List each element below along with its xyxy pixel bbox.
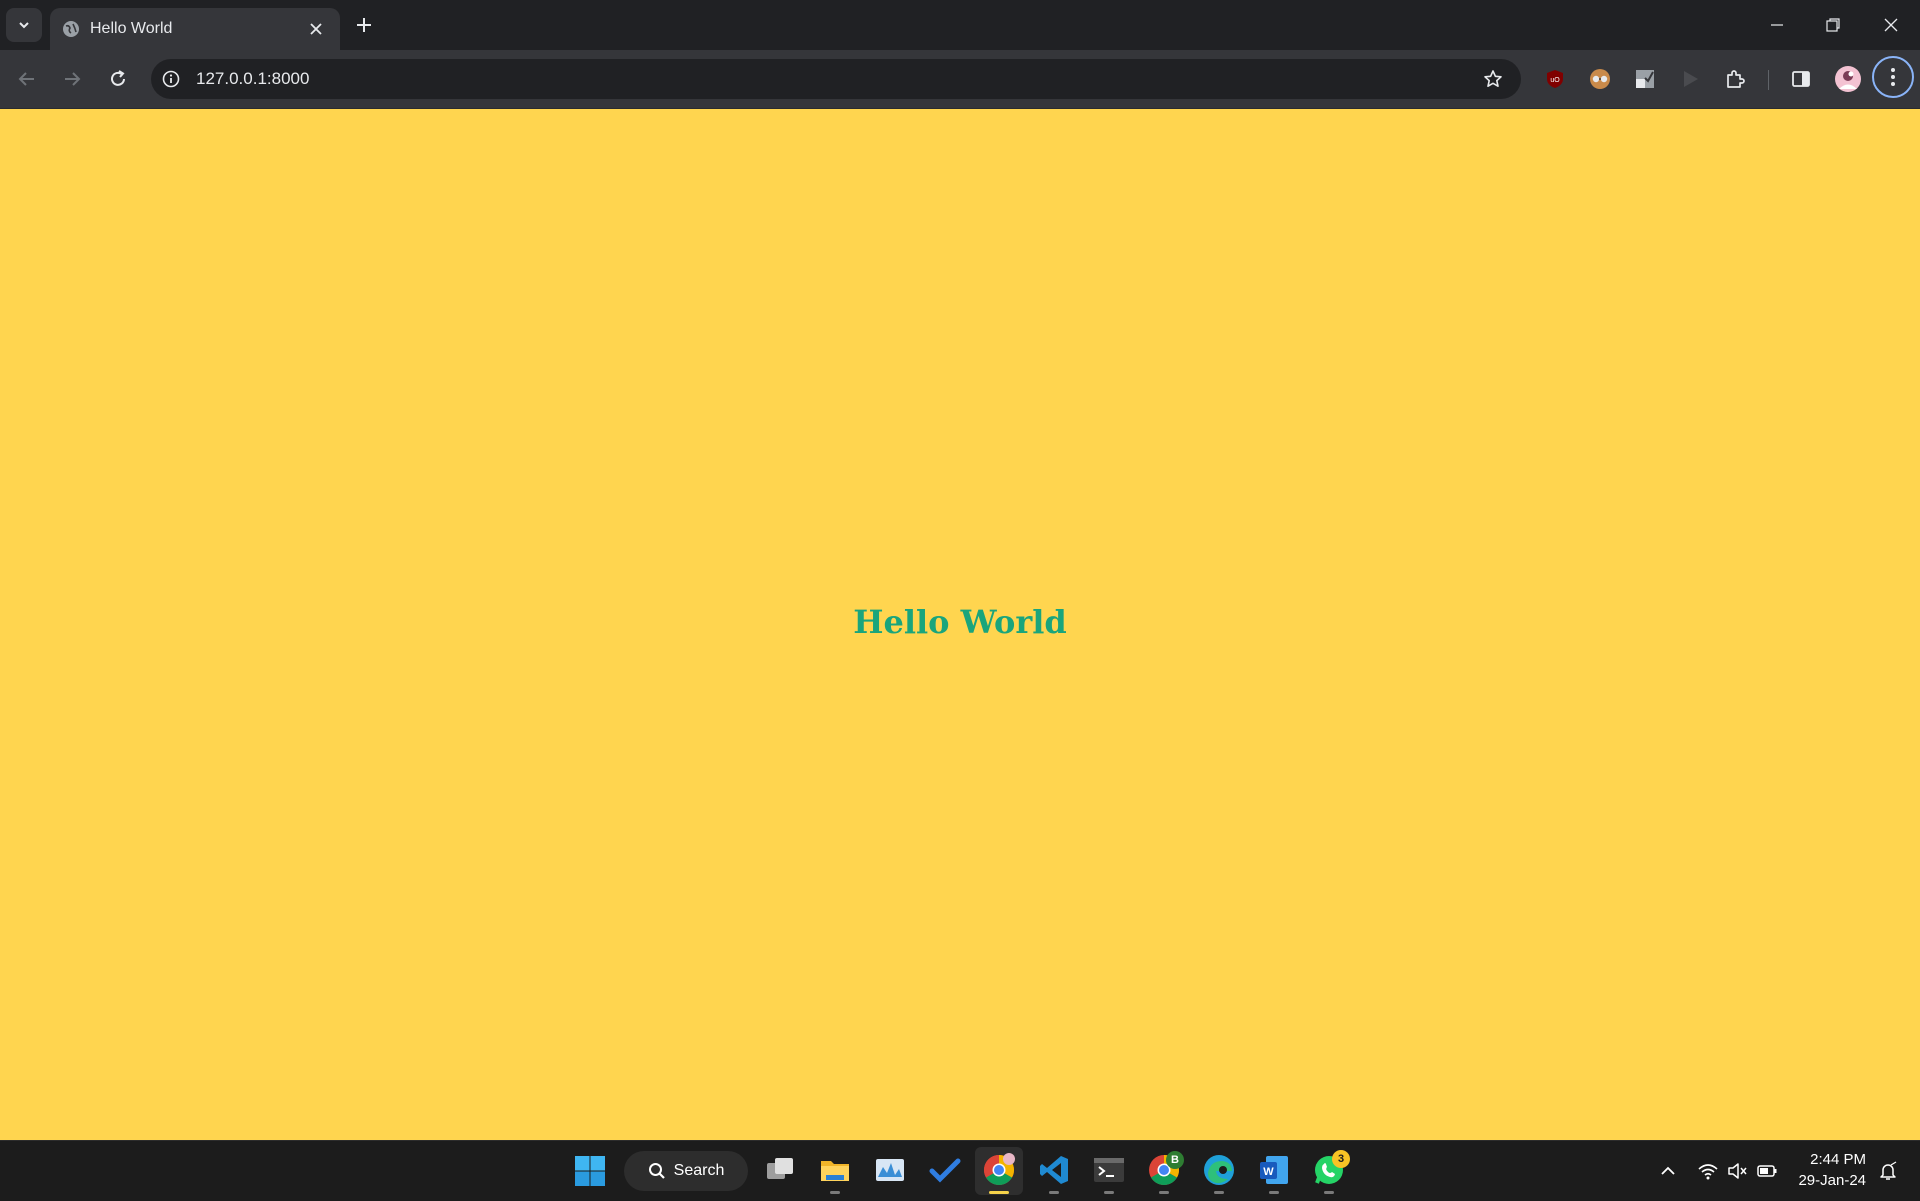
running-indicator — [1159, 1191, 1169, 1194]
svg-text:W: W — [1263, 1166, 1274, 1178]
chrome-profile-badge: B — [1166, 1151, 1184, 1169]
more-menu-button[interactable] — [1872, 56, 1914, 98]
word-icon[interactable]: W — [1257, 1153, 1291, 1187]
chrome-icon[interactable] — [982, 1153, 1016, 1187]
speaker-muted-icon[interactable] — [1726, 1160, 1748, 1182]
clock-time: 2:44 PM — [1810, 1151, 1866, 1168]
tab-search-icon — [19, 22, 29, 29]
toolbar-divider — [1768, 70, 1769, 90]
running-indicator — [1324, 1191, 1334, 1194]
edge-icon[interactable] — [1202, 1153, 1236, 1187]
running-indicator — [1214, 1191, 1224, 1194]
window-close-icon[interactable] — [1880, 14, 1902, 36]
minimize-icon[interactable] — [1766, 14, 1788, 36]
chevron-up-icon[interactable] — [1657, 1160, 1679, 1182]
star-icon[interactable] — [1482, 68, 1504, 90]
todo-icon[interactable] — [928, 1153, 962, 1187]
info-icon[interactable] — [161, 69, 181, 89]
tab-title: Hello World — [90, 20, 173, 37]
taskbar-search-button[interactable]: Search — [624, 1151, 748, 1191]
tab-hello-world[interactable]: Hello World — [50, 8, 340, 50]
system-clock[interactable]: 2:44 PM 29-Jan-24 — [1782, 1149, 1866, 1191]
profile-avatar[interactable] — [1834, 65, 1862, 93]
running-indicator — [1104, 1191, 1114, 1194]
play-extension-icon[interactable] — [1678, 67, 1702, 91]
extension-icon[interactable] — [1633, 67, 1657, 91]
active-indicator — [989, 1191, 1009, 1194]
search-icon — [648, 1163, 665, 1179]
running-indicator — [1269, 1191, 1279, 1194]
taskbar-search-label: Search — [673, 1162, 725, 1179]
more-menu-icon — [1891, 68, 1895, 86]
browser-toolbar: 127.0.0.1:8000 uO — [0, 50, 1920, 109]
windows-start-icon[interactable] — [573, 1154, 607, 1188]
page-heading: Hello World — [853, 603, 1067, 641]
battery-icon[interactable] — [1756, 1160, 1778, 1182]
web-page-viewport: Hello World — [0, 109, 1920, 1140]
notification-icon[interactable] — [1877, 1160, 1899, 1182]
forward-arrow-icon[interactable] — [60, 67, 84, 91]
browser-tab-strip: Hello World — [0, 0, 1920, 50]
glasses-extension-icon[interactable] — [1588, 67, 1612, 91]
vscode-icon[interactable] — [1037, 1153, 1071, 1187]
windows-taskbar: Search B W 3 2:44 PM 29-Jan-24 — [0, 1140, 1920, 1201]
task-view-icon[interactable] — [763, 1153, 797, 1187]
file-explorer-icon[interactable] — [818, 1153, 852, 1187]
clock-date: 29-Jan-24 — [1798, 1172, 1866, 1189]
side-panel-icon[interactable] — [1789, 67, 1813, 91]
close-icon[interactable] — [308, 21, 324, 37]
puzzle-icon[interactable] — [1723, 67, 1747, 91]
url-text[interactable]: 127.0.0.1:8000 — [196, 69, 309, 89]
globe-icon — [63, 21, 79, 37]
running-indicator — [830, 1191, 840, 1194]
back-arrow-icon[interactable] — [15, 67, 39, 91]
wifi-icon[interactable] — [1697, 1160, 1719, 1182]
whatsapp-badge: 3 — [1332, 1150, 1350, 1168]
tab-search-button[interactable] — [6, 8, 42, 42]
resource-monitor-icon[interactable] — [873, 1153, 907, 1187]
svg-text:uO: uO — [1550, 77, 1560, 84]
plus-icon[interactable] — [354, 15, 374, 35]
address-bar[interactable]: 127.0.0.1:8000 — [151, 59, 1521, 99]
restore-icon[interactable] — [1822, 14, 1844, 36]
ublock-icon[interactable]: uO — [1543, 67, 1567, 91]
reload-icon[interactable] — [106, 67, 130, 91]
running-indicator — [1049, 1191, 1059, 1194]
terminal-icon[interactable] — [1092, 1153, 1126, 1187]
